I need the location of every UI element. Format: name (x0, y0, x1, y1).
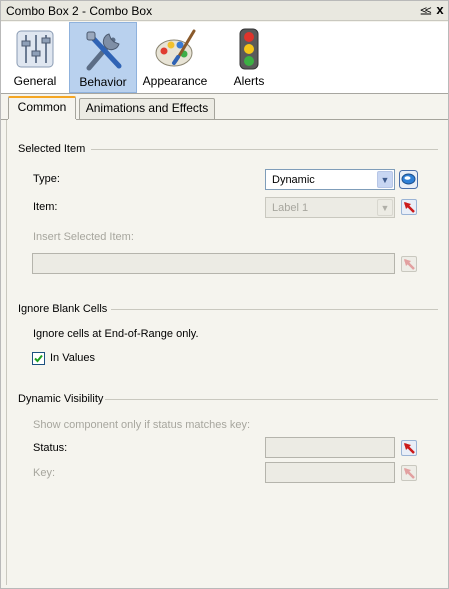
key-field[interactable] (265, 462, 395, 483)
chevron-down-icon[interactable]: ▼ (377, 171, 393, 188)
dynamic-visibility-note: Show component only if status matches ke… (33, 419, 251, 431)
key-cell-picker-button (401, 465, 417, 481)
cell-picker-button[interactable] (401, 199, 417, 215)
category-toolbar: General Behavior Appearance Alerts (1, 22, 448, 94)
section-divider (91, 149, 438, 150)
sliders-icon (16, 30, 54, 68)
traffic-light-icon (239, 28, 259, 70)
palette-icon (155, 29, 196, 67)
in-values-checkbox[interactable] (32, 352, 45, 365)
tools-icon (86, 31, 122, 71)
insert-selected-item-field[interactable] (32, 253, 395, 274)
title-bar: Combo Box 2 - Combo Box ⪣ x (1, 1, 448, 21)
item-select[interactable]: Label 1 ▼ (265, 197, 395, 218)
status-cell-picker-button[interactable] (401, 440, 417, 456)
cell-picker-icon (404, 259, 415, 270)
info-bubble-icon[interactable] (399, 170, 418, 189)
category-label: Alerts (233, 74, 265, 88)
ignore-cells-note: Ignore cells at End-of-Range only. (33, 328, 199, 340)
properties-panel: Combo Box 2 - Combo Box ⪣ x General Beha… (0, 0, 449, 589)
category-general[interactable]: General (1, 22, 69, 93)
chevron-down-icon: ▼ (377, 199, 393, 216)
tab-animations-and-effects[interactable]: Animations and Effects (79, 98, 215, 119)
tab-common[interactable]: Common (8, 96, 76, 120)
section-heading-ignore-blank-cells: Ignore Blank Cells (18, 303, 108, 315)
type-label: Type: (33, 173, 60, 185)
status-field[interactable] (265, 437, 395, 458)
category-appearance[interactable]: Appearance (141, 22, 209, 93)
cell-picker-button-disabled (401, 256, 417, 272)
cell-picker-icon (404, 468, 415, 479)
category-alerts[interactable]: Alerts (215, 22, 283, 93)
status-label: Status: (33, 442, 68, 454)
pin-icon[interactable]: ⪣ (419, 2, 433, 18)
checkmark-icon (34, 354, 43, 363)
window-title: Combo Box 2 - Combo Box (6, 4, 153, 18)
section-heading-dynamic-visibility: Dynamic Visibility (18, 393, 104, 405)
type-select[interactable]: Dynamic ▼ (265, 169, 395, 190)
category-label: General (13, 74, 57, 88)
type-select-value: Dynamic (272, 174, 315, 186)
section-divider (105, 399, 438, 400)
tab-strip: Common Animations and Effects (1, 95, 448, 120)
section-divider (111, 309, 438, 310)
insert-selected-item-label: Insert Selected Item: (33, 231, 134, 243)
cell-picker-icon (404, 443, 415, 454)
close-icon[interactable]: x (433, 2, 447, 18)
cell-picker-icon (404, 202, 415, 213)
category-label: Behavior (79, 75, 127, 89)
in-values-label[interactable]: In Values (50, 352, 95, 364)
section-heading-selected-item: Selected Item (18, 143, 86, 155)
item-select-value: Label 1 (272, 202, 309, 214)
category-label: Appearance (142, 74, 208, 88)
item-label: Item: (33, 201, 58, 213)
key-label: Key: (33, 467, 56, 479)
category-behavior[interactable]: Behavior (69, 22, 137, 93)
